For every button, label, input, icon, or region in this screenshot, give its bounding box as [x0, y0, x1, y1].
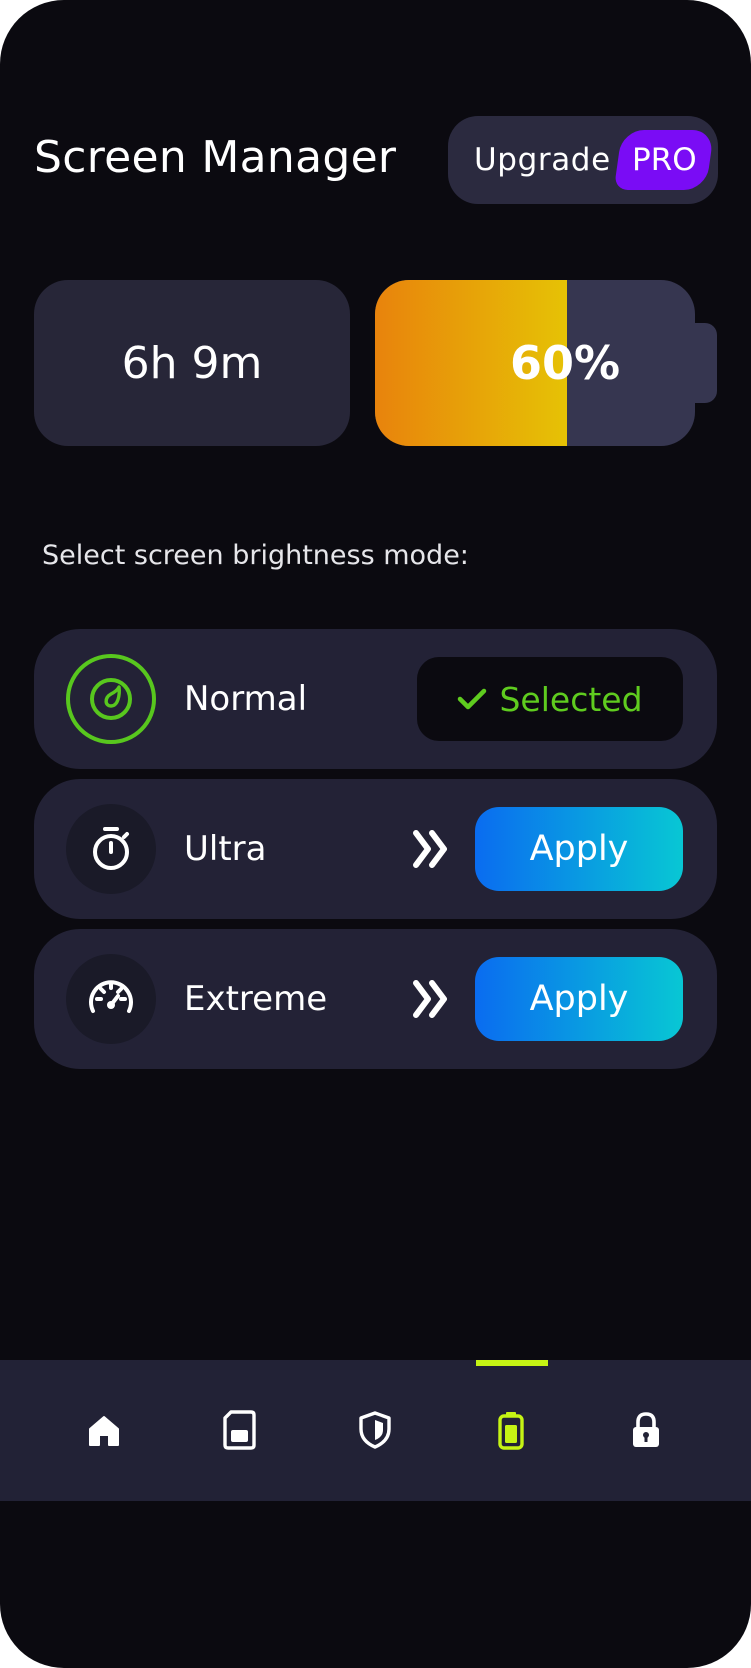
shield-icon [359, 1411, 391, 1449]
pro-badge-text: PRO [631, 142, 697, 178]
mode-name-extreme: Extreme [184, 979, 328, 1019]
nav-item-sim[interactable] [207, 1398, 271, 1462]
upgrade-pro-button[interactable]: Upgrade PRO [448, 116, 718, 204]
page-title: Screen Manager [34, 132, 397, 183]
check-icon [458, 688, 487, 710]
mode-card-extreme[interactable]: Extreme Apply [34, 929, 717, 1069]
speedometer-icon [66, 954, 156, 1044]
stopwatch-icon [66, 804, 156, 894]
mode-card-normal[interactable]: Normal Selected [34, 629, 717, 769]
nav-active-indicator [476, 1360, 548, 1366]
nav-item-battery[interactable] [479, 1398, 543, 1462]
apply-extreme-button[interactable]: Apply [475, 957, 683, 1041]
mode-name-ultra: Ultra [184, 829, 267, 869]
mode-card-ultra[interactable]: Ultra Apply [34, 779, 717, 919]
screen-time-card: 6h 9m [34, 280, 350, 446]
nav-item-lock[interactable] [614, 1398, 678, 1462]
selected-status: Selected [417, 657, 683, 741]
home-icon [89, 1416, 119, 1446]
double-chevron-right-icon [413, 830, 447, 868]
mode-name-normal: Normal [184, 679, 308, 719]
bottom-nav [0, 1360, 751, 1501]
double-chevron-right-icon [413, 980, 447, 1018]
lock-icon [633, 1412, 659, 1447]
battery-percent: 60% [509, 336, 621, 390]
upgrade-label: Upgrade [474, 142, 611, 178]
sim-card-icon [223, 1410, 256, 1450]
battery-cap [693, 323, 717, 403]
pro-badge: PRO [613, 130, 715, 190]
battery-indicator: 60% [375, 280, 695, 446]
battery-icon [498, 1412, 524, 1450]
nav-item-security[interactable] [343, 1398, 407, 1462]
nav-item-home[interactable] [72, 1398, 136, 1462]
selected-label: Selected [499, 679, 643, 719]
time-remaining: 6h 9m [121, 337, 263, 389]
apply-ultra-button[interactable]: Apply [475, 807, 683, 891]
section-label: Select screen brightness mode: [42, 540, 469, 571]
gauge-leaf-icon [66, 654, 156, 744]
phone-screen: Screen Manager Upgrade PRO 6h 9m 60% Sel… [0, 0, 751, 1668]
